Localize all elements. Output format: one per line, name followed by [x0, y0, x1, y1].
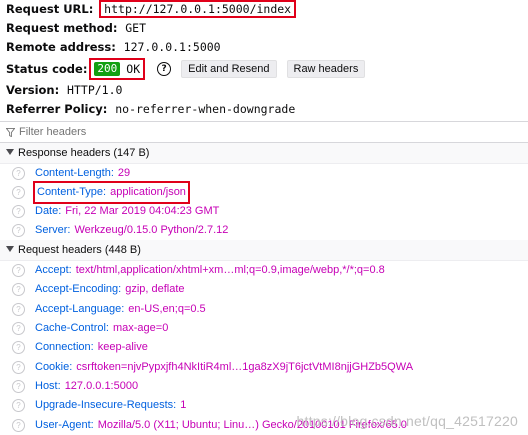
header-row[interactable]: ? Cache-Control: max-age=0	[0, 319, 528, 338]
header-name: Host:	[35, 379, 61, 392]
referrer-policy-value: no-referrer-when-downgrade	[115, 102, 296, 116]
request-method-value: GET	[125, 21, 147, 35]
request-url-value[interactable]: http://127.0.0.1:5000/index	[99, 0, 297, 18]
request-summary: Request URL: http://127.0.0.1:5000/index…	[0, 0, 528, 119]
request-headers-list: ? Accept: text/html,application/xhtml+xm…m…	[0, 261, 528, 435]
header-row[interactable]: ? Date: Fri, 22 Mar 2019 04:04:23 GMT	[0, 202, 528, 221]
response-headers-toggle[interactable]: Response headers (147 B)	[0, 143, 528, 164]
header-value: en-US,en;q=0.5	[128, 302, 206, 315]
header-name: Cookie:	[35, 360, 73, 373]
version-row: Version: HTTP/1.0	[6, 81, 528, 100]
header-name: Upgrade-Insecure-Requests:	[35, 399, 177, 412]
header-row[interactable]: ? Connection: keep-alive	[0, 338, 528, 357]
filter-funnel-icon	[6, 127, 15, 137]
referrer-policy-key: Referrer Policy:	[6, 102, 108, 116]
request-url-key: Request URL:	[6, 2, 94, 16]
header-value: Fri, 22 Mar 2019 04:04:23 GMT	[65, 205, 220, 217]
response-headers-list: ? Content-Length: 29? Content-Type: applicat…	[0, 164, 528, 240]
header-name: Accept-Encoding:	[35, 283, 122, 296]
request-headers-title: Request headers (448 B)	[18, 244, 141, 256]
header-value: 29	[117, 167, 131, 179]
header-value: application/json	[110, 186, 186, 198]
question-help-icon[interactable]: ?	[12, 418, 25, 432]
question-help-icon[interactable]: ?	[12, 322, 25, 336]
referrer-policy-row: Referrer Policy: no-referrer-when-downgr…	[6, 100, 528, 119]
remote-address-key: Remote address:	[6, 40, 116, 54]
filter-placeholder: Filter headers	[19, 126, 87, 138]
status-code-badge: 200	[94, 62, 121, 76]
question-help-icon[interactable]: ?	[12, 379, 25, 393]
header-value: Werkzeug/0.15.0 Python/2.7.12	[74, 224, 229, 236]
request-method-row: Request method: GET	[6, 19, 528, 38]
header-name: Accept:	[35, 264, 72, 277]
question-help-icon[interactable]: ?	[12, 341, 25, 355]
question-help-icon[interactable]: ?	[12, 302, 25, 316]
header-name: Content-Type:	[37, 186, 107, 198]
question-help-icon[interactable]: ?	[12, 264, 25, 278]
edit-and-resend-button[interactable]: Edit and Resend	[181, 60, 277, 78]
header-name: Date:	[35, 205, 62, 217]
header-row[interactable]: ? Accept: text/html,application/xhtml+xm…m…	[0, 261, 528, 280]
header-value: csrftoken=njvPypxjfh4NkItiR4ml…1ga8zX9jT…	[76, 360, 414, 373]
request-headers-toggle[interactable]: Request headers (448 B)	[0, 240, 528, 261]
question-help-icon[interactable]: ?	[12, 167, 25, 180]
header-row[interactable]: ? Cookie: csrftoken=njvPypxjfh4NkItiR4ml…1…	[0, 357, 528, 376]
header-value: 1	[180, 399, 187, 412]
header-value: max-age=0	[112, 322, 169, 335]
header-name: Accept-Language:	[35, 302, 125, 315]
highlighted-header: Content-Type: application/json	[33, 181, 190, 204]
question-help-icon[interactable]: ?	[12, 283, 25, 297]
expand-triangle-icon	[6, 149, 14, 155]
version-key: Version:	[6, 83, 60, 97]
header-name: Server:	[35, 224, 71, 236]
question-help-icon[interactable]: ?	[12, 186, 25, 199]
header-value: gzip, deflate	[125, 283, 185, 296]
header-value: keep-alive	[97, 341, 148, 354]
watermark: https://blog.csdn.net/qq_42517220	[296, 413, 518, 429]
header-value: text/html,application/xhtml+xm…ml;q=0.9,…	[75, 264, 385, 277]
header-row[interactable]: ? Content-Type: application/json	[0, 181, 528, 204]
header-name: Connection:	[35, 341, 94, 354]
header-row[interactable]: ? Accept-Encoding: gzip, deflate	[0, 280, 528, 299]
header-row[interactable]: ? Server: Werkzeug/0.15.0 Python/2.7.12	[0, 221, 528, 240]
request-method-key: Request method:	[6, 21, 118, 35]
header-name: Content-Length:	[35, 167, 114, 179]
header-value: 127.0.0.1:5000	[64, 379, 139, 392]
question-help-icon[interactable]: ?	[157, 62, 172, 76]
version-value: HTTP/1.0	[67, 83, 123, 97]
expand-triangle-icon	[6, 246, 14, 252]
request-url-row: Request URL: http://127.0.0.1:5000/index	[6, 0, 528, 19]
status-text: OK	[126, 62, 141, 76]
question-help-icon[interactable]: ?	[12, 205, 25, 218]
question-help-icon[interactable]: ?	[12, 224, 25, 237]
remote-address-value: 127.0.0.1:5000	[123, 40, 221, 54]
filter-headers-input[interactable]: Filter headers	[0, 121, 528, 143]
header-row[interactable]: ? Accept-Language: en-US,en;q=0.5	[0, 300, 528, 319]
raw-headers-button[interactable]: Raw headers	[286, 60, 366, 78]
header-row[interactable]: ? Content-Length: 29	[0, 164, 528, 183]
status-highlight: 200 OK	[89, 58, 146, 80]
question-help-icon[interactable]: ?	[12, 360, 25, 374]
header-name: Cache-Control:	[35, 322, 109, 335]
response-headers-title: Response headers (147 B)	[18, 147, 150, 159]
header-row[interactable]: ? Host: 127.0.0.1:5000	[0, 377, 528, 396]
status-code-key: Status code:	[6, 62, 88, 76]
question-help-icon[interactable]: ?	[12, 399, 25, 413]
status-code-row: Status code: 200 OK ? Edit and Resend Ra…	[6, 57, 528, 81]
remote-address-row: Remote address: 127.0.0.1:5000	[6, 38, 528, 57]
